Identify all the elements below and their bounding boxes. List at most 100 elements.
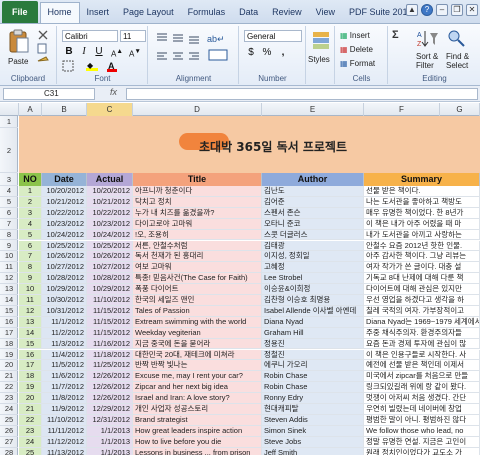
cell-title[interactable]: Brand strategist	[133, 414, 262, 426]
tab-review[interactable]: Review	[265, 3, 309, 23]
cell-title[interactable]: 특종! 믿음사건(The Case for Faith)	[133, 273, 262, 285]
styles-button[interactable]: Styles	[308, 55, 330, 64]
cell-title[interactable]: Excuse me, may I rent your car?	[133, 371, 262, 383]
row-header[interactable]: 8	[0, 230, 18, 241]
cell-actual[interactable]: 10/24/2012	[87, 229, 133, 241]
row-header[interactable]: 5	[0, 197, 18, 208]
cell-summary[interactable]: 예전에 선물 받은 책인데 이제서	[364, 360, 480, 372]
clipboard-small-icons[interactable]	[36, 29, 50, 69]
cell-author[interactable]: Robin Chase	[262, 382, 364, 394]
row-header[interactable]: 22	[0, 382, 18, 394]
cell-actual[interactable]: 11/16/2012	[87, 338, 133, 350]
find-select-icon[interactable]	[447, 29, 467, 49]
cell-summary[interactable]: 우연히 빌렸는데 네이버에 창업	[364, 404, 480, 415]
select-all-corner[interactable]	[0, 103, 19, 116]
bold-button[interactable]: B	[62, 45, 76, 58]
cell-author[interactable]: Diana Nyad	[262, 316, 364, 328]
cell-summary[interactable]: 안철수 요즘 2012년 핫한 인물.	[364, 240, 480, 252]
cell-author[interactable]: 김난도	[262, 186, 364, 197]
sort-filter-icon[interactable]: AZ	[417, 29, 439, 49]
cell-title[interactable]: 닥치고 정치	[133, 196, 262, 208]
styles-icon[interactable]	[312, 31, 330, 51]
underline-button[interactable]: U	[92, 45, 106, 58]
cell-author[interactable]: Jeff Smith	[262, 447, 364, 455]
column-header-g[interactable]: G	[440, 103, 480, 116]
cell-author[interactable]: 김찬형 이승호 최명용	[262, 295, 364, 306]
cell-no[interactable]: 20	[19, 393, 42, 404]
row-header[interactable]: 9	[0, 241, 18, 252]
cell-date[interactable]: 10/23/2012	[42, 218, 87, 230]
cell-date[interactable]: 11/10/2012	[42, 414, 87, 426]
cell-title[interactable]: 여보 고마워	[133, 262, 262, 274]
column-header-c[interactable]: C	[87, 103, 133, 116]
cell-actual[interactable]: 10/29/2012	[87, 284, 133, 295]
cell-date[interactable]: 11/3/2012	[42, 338, 87, 350]
cell-date[interactable]: 11/7/2012	[42, 382, 87, 394]
row-header[interactable]: 28	[0, 448, 18, 455]
cell-summary[interactable]: 우선 영업을 하겠다고 생각을 하	[364, 295, 480, 306]
cell-no[interactable]: 6	[19, 240, 42, 252]
row-header[interactable]: 27	[0, 437, 18, 448]
cell-no[interactable]: 22	[19, 414, 42, 426]
cell-actual[interactable]: 11/10/2012	[87, 295, 133, 306]
cell-title[interactable]: Lessons in business ... from prison	[133, 447, 262, 455]
sort-filter-button[interactable]: Sort & Filter	[416, 52, 438, 70]
cell-actual[interactable]: 12/29/2012	[87, 404, 133, 415]
cell-author[interactable]: 고혜정	[262, 262, 364, 274]
cell-actual[interactable]: 1/1/2013	[87, 436, 133, 448]
cell-date[interactable]: 10/22/2012	[42, 207, 87, 219]
header-author[interactable]: Author	[262, 173, 364, 186]
cell-author[interactable]: 정철진	[262, 349, 364, 361]
row-header[interactable]: 23	[0, 393, 18, 404]
shrink-font-icon[interactable]: A▼	[128, 45, 142, 59]
cell-no[interactable]: 7	[19, 251, 42, 263]
header-no[interactable]: NO	[19, 173, 42, 186]
column-header-f[interactable]: F	[364, 103, 440, 116]
row-header[interactable]: 12	[0, 273, 18, 285]
fx-icon[interactable]: fx	[110, 87, 117, 97]
cell-title[interactable]: 폭풍 다이어트	[133, 284, 262, 295]
cell-no[interactable]: 13	[19, 316, 42, 328]
header-actual[interactable]: Actual	[87, 173, 133, 186]
cell-summary[interactable]: 요즘 돈과 경제 투자에 관심이 많	[364, 338, 480, 350]
cell-title[interactable]: Extream swimming with the world	[133, 316, 262, 328]
cell-title[interactable]: 아프니까 청춘이다	[133, 186, 262, 197]
delete-cells-button[interactable]: ▦ Delete	[340, 45, 373, 54]
cell-date[interactable]: 10/29/2012	[42, 284, 87, 295]
help-icon[interactable]: ?	[421, 4, 433, 16]
cell-no[interactable]: 1	[19, 186, 42, 197]
cell-actual[interactable]: 11/15/2012	[87, 327, 133, 339]
currency-button[interactable]: $	[244, 46, 258, 59]
name-box[interactable]: C31	[3, 88, 95, 100]
cell-author[interactable]: 오타니 준코	[262, 218, 364, 230]
insert-cells-button[interactable]: ▦ Insert	[340, 31, 370, 40]
cell-actual[interactable]: 12/26/2012	[87, 393, 133, 404]
header-summary[interactable]: Summary	[364, 173, 480, 186]
cell-author[interactable]: Lee Strobel	[262, 273, 364, 285]
cell-date[interactable]: 10/24/2012	[42, 229, 87, 241]
cell-date[interactable]: 11/6/2012	[42, 371, 87, 383]
header-date[interactable]: Date	[42, 173, 87, 186]
spreadsheet-grid[interactable]: ABCDEFGH 1234567891011121314151617181920…	[0, 103, 480, 455]
alignment-icons[interactable]: ab↵	[155, 31, 235, 67]
row-header[interactable]: 13	[0, 284, 18, 295]
cell-date[interactable]: 10/27/2012	[42, 262, 87, 274]
cell-summary[interactable]: 아주 감사한 책이다. 그냥 리뷰는	[364, 251, 480, 263]
cell-no[interactable]: 18	[19, 371, 42, 383]
cell-no[interactable]: 3	[19, 207, 42, 219]
cell-summary[interactable]: Diana Nyad는 1969~1979 세계에서 가	[364, 316, 480, 328]
cell-no[interactable]: 25	[19, 447, 42, 455]
cell-actual[interactable]: 12/31/2012	[87, 414, 133, 426]
paste-button[interactable]: Paste	[8, 57, 28, 66]
row-header[interactable]: 2	[0, 128, 18, 173]
tab-home[interactable]: Home	[39, 2, 80, 23]
cell-date[interactable]: 11/13/2012	[42, 447, 87, 455]
column-header-a[interactable]: A	[19, 103, 42, 116]
cell-title[interactable]: How to live before you die	[133, 436, 262, 448]
sheet-title-banner[interactable]: 초대박 365일 독서 프로젝트	[19, 116, 480, 173]
cell-no[interactable]: 9	[19, 273, 42, 285]
row-header[interactable]: 21	[0, 371, 18, 383]
cell-actual[interactable]: 11/15/2012	[87, 316, 133, 328]
cell-date[interactable]: 10/20/2012	[42, 186, 87, 197]
cell-summary[interactable]: 이 책은 인용구들로 시작한다. 사	[364, 349, 480, 361]
